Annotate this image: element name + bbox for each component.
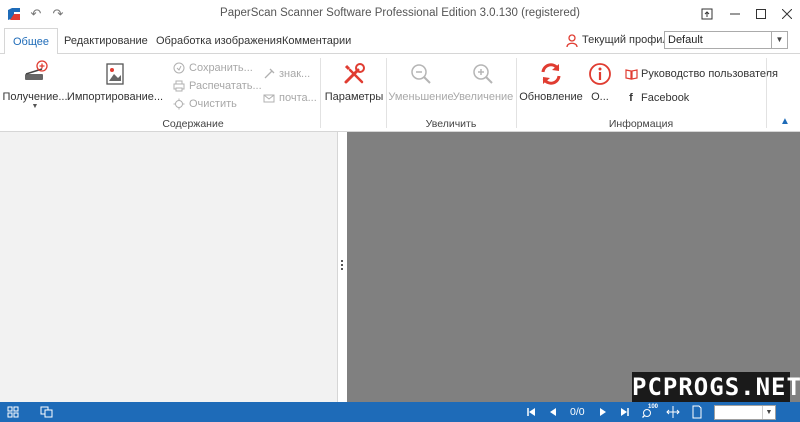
save-label: Сохранить...	[189, 62, 253, 74]
clear-icon	[173, 98, 185, 110]
watermark: PCPROGS.NET	[632, 372, 800, 403]
import-image-icon	[106, 63, 124, 85]
import-button[interactable]: Импортирование...	[67, 58, 163, 103]
stamp-button[interactable]: знак...	[262, 66, 310, 82]
close-button[interactable]	[774, 0, 800, 28]
tab-general[interactable]: Общее	[4, 28, 59, 55]
previous-page-icon[interactable]	[546, 405, 560, 419]
import-label: Импортирование...	[66, 91, 164, 103]
ribbon: Получение... ▼ Импортирование... Сохрани…	[0, 54, 800, 132]
acquire-button[interactable]: Получение... ▼	[2, 58, 68, 110]
zoom-out-button[interactable]: Уменьшение	[388, 58, 454, 103]
fit-page-icon[interactable]	[690, 405, 704, 419]
facebook-icon: f	[629, 92, 633, 104]
page-counter: 0/0	[570, 406, 585, 418]
thumbnail-pane[interactable]	[0, 132, 338, 402]
zoom-in-button[interactable]: Увеличение	[452, 58, 514, 103]
content-group-label: Содержание	[162, 118, 224, 130]
print-label: Распечатать...	[189, 80, 262, 92]
last-page-icon[interactable]	[618, 405, 632, 419]
acquire-dropdown-icon[interactable]: ▼	[32, 103, 39, 110]
profile-dropdown-value: Default	[668, 34, 703, 46]
ribbon-display-icon	[701, 8, 713, 20]
facebook-label: Facebook	[641, 92, 690, 104]
title-bar: ↶ ↷ PaperScan Scanner Software Professio…	[0, 0, 800, 28]
settings-button[interactable]: Параметры	[324, 58, 384, 103]
tab-comments[interactable]: Комментарии	[274, 28, 359, 54]
chevron-down-icon[interactable]: ▼	[771, 32, 787, 48]
clear-label: Очистить	[189, 98, 237, 110]
splitter-grip-icon	[341, 260, 344, 274]
scanner-icon	[25, 60, 48, 80]
maximize-icon	[756, 9, 766, 19]
mail-icon	[263, 94, 275, 103]
maximize-button[interactable]	[748, 0, 774, 28]
window-title: PaperScan Scanner Software Professional …	[220, 7, 580, 19]
print-button[interactable]: Распечатать...	[172, 78, 262, 94]
clear-button[interactable]: Очистить	[172, 96, 237, 112]
acquire-label: Получение...	[2, 91, 68, 103]
ribbon-separator	[766, 58, 767, 128]
book-icon	[624, 69, 638, 80]
user-manual-button[interactable]: Руководство пользователя	[624, 66, 778, 82]
image-viewer[interactable]	[347, 132, 800, 402]
print-icon	[173, 80, 185, 92]
ribbon-display-options-button[interactable]	[694, 0, 720, 28]
about-label: О...	[591, 91, 609, 103]
collapse-ribbon-icon[interactable]: ▲	[780, 116, 790, 127]
settings-label: Параметры	[324, 91, 384, 103]
tab-editing[interactable]: Редактирование	[56, 28, 156, 54]
zoom-in-icon	[473, 64, 493, 84]
zoom-level-dropdown[interactable]: ▼	[714, 405, 776, 420]
update-button[interactable]: Обновление	[519, 58, 583, 103]
pages-view-icon[interactable]	[40, 405, 54, 419]
zoom-group-label: Увеличить	[425, 118, 477, 130]
minimize-icon	[730, 13, 740, 15]
first-page-icon[interactable]	[524, 405, 538, 419]
user-profile-icon	[566, 34, 578, 48]
status-bar: 0/0 100 ▼	[0, 402, 800, 422]
minimize-button[interactable]	[722, 0, 748, 28]
tools-icon	[344, 63, 365, 84]
save-button[interactable]: Сохранить...	[172, 60, 253, 76]
zoom-100-badge: 100	[648, 404, 659, 410]
save-icon	[173, 62, 185, 74]
thumbnails-view-icon[interactable]	[6, 405, 20, 419]
stamp-icon	[264, 68, 275, 79]
next-page-icon[interactable]	[596, 405, 610, 419]
info-icon	[589, 63, 611, 85]
facebook-button[interactable]: f Facebook	[624, 90, 689, 106]
profile-dropdown[interactable]: Default ▼	[664, 31, 788, 49]
zoom-in-label: Увеличение	[452, 91, 514, 103]
pane-splitter[interactable]	[338, 132, 347, 402]
chevron-down-icon[interactable]: ▼	[762, 406, 775, 419]
fit-width-icon[interactable]	[666, 405, 680, 419]
zoom-out-icon	[411, 64, 431, 84]
info-group-label: Информация	[608, 118, 674, 130]
stamp-label: знак...	[279, 68, 311, 80]
close-icon	[782, 9, 792, 19]
zoom-out-label: Уменьшение	[388, 91, 454, 103]
refresh-icon	[541, 63, 561, 85]
mail-button[interactable]: почта...	[262, 90, 317, 106]
tab-image-processing[interactable]: Обработка изображения	[148, 28, 290, 54]
user-manual-label: Руководство пользователя	[641, 68, 778, 80]
update-label: Обновление	[519, 91, 583, 103]
about-button[interactable]: О...	[584, 58, 616, 103]
mail-label: почта...	[279, 92, 317, 104]
zoom-100-button[interactable]: 100	[642, 404, 659, 419]
